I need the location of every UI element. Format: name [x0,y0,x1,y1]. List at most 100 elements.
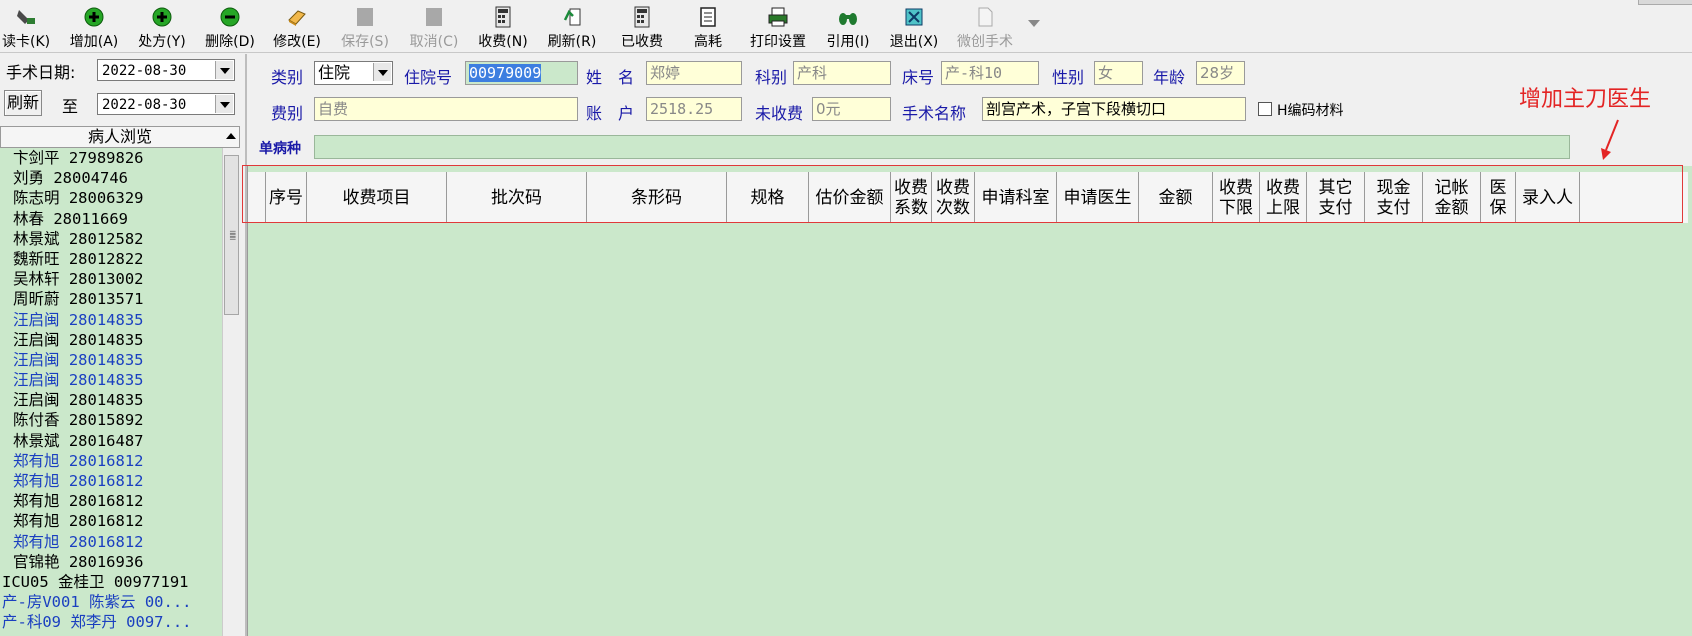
toolbar-button-9[interactable]: 刷新(R) [544,6,600,50]
annotation-arrow-icon [1601,119,1619,160]
patient-list-item[interactable]: 陈付香 28015892 [0,410,222,430]
exit-icon [905,8,923,26]
date-to-picker[interactable]: 2022-08-30 [97,93,235,115]
toolbar-button-label: 取消(C) [409,34,459,50]
patient-browse-title: 病人浏览 [87,127,152,146]
date-from-picker[interactable]: 2022-08-30 [97,59,235,81]
patient-list-item[interactable]: 林春 28011669 [0,209,222,229]
toolbar-button-10[interactable]: 已收费 [614,6,670,50]
grid-column-header[interactable]: 序号 [266,172,307,223]
toolbar-button-12[interactable]: 打印设置 [745,6,811,50]
patient-list-item[interactable]: 郑有旭 28016812 [0,532,222,552]
patient-list-item[interactable]: 汪启闽 28014835 [0,330,222,350]
bed-label: 床号 [902,68,935,87]
patient-list-item[interactable]: 林景斌 28012582 [0,229,222,249]
to-label: 至 [62,97,79,116]
cancel-icon [426,8,442,26]
scrollbar-thumb[interactable]: = = = [224,155,239,315]
age-label: 年龄 [1153,68,1186,87]
single-disease-input[interactable] [314,135,1570,159]
chevron-up-icon[interactable] [226,133,236,139]
toolbar-button-1[interactable]: 读卡(K) [2,6,50,50]
patient-list-item[interactable]: 刘勇 28004746 [0,168,222,188]
toolbar-button-11[interactable]: 高耗 [688,6,728,50]
calculator-icon [495,6,511,28]
binoculars-icon [839,13,857,25]
grid-column-header[interactable]: 其它 支付 [1307,172,1365,223]
toolbar-button-4[interactable]: 删除(D) [202,6,258,50]
patient-list-item[interactable]: 陈志明 28006329 [0,188,222,208]
type-select[interactable]: 住院 [314,61,393,85]
patient-list-item[interactable]: 汪启闽 28014835 [0,370,222,390]
single-disease-label: 单病种 [259,141,301,157]
h-code-checkbox[interactable] [1258,102,1272,116]
refresh-date-button[interactable]: 刷新 [4,90,42,116]
patient-list-item[interactable]: 吴林轩 28013002 [0,269,222,289]
patient-list-item[interactable]: 汪启闽 28014835 [0,350,222,370]
grid-column-header[interactable]: 医 保 [1481,172,1516,223]
patient-list-item[interactable]: 产-科09 郑李丹 0097... [0,612,222,632]
toolbar-button-label: 处方(Y) [138,34,186,50]
toolbar-button-8[interactable]: 收费(N) [475,6,531,50]
patient-list-item[interactable]: 汪启闽 28014835 [0,310,222,330]
document-icon [700,7,716,27]
surgery-name-label: 手术名称 [902,104,967,123]
toolbar-button-3[interactable]: 处方(Y) [135,6,189,50]
patient-list-item[interactable]: ICU05 金桂卫 00977191 [0,572,222,592]
save-icon [357,8,373,26]
patient-list-item[interactable]: 林景斌 28016487 [0,431,222,451]
inpatient-no-input[interactable]: 00979009 [465,61,578,85]
toolbar-button-2[interactable]: 增加(A) [66,6,122,50]
toolbar-button-label: 高耗 [694,34,722,50]
grid-column-header[interactable]: 申请医生 [1057,172,1139,223]
toolbar-button-label: 打印设置 [750,34,806,50]
chevron-down-icon[interactable] [373,63,391,81]
toolbar-overflow-chevron-icon[interactable] [1028,20,1040,27]
grid-column-header[interactable]: 估价金额 [809,172,891,223]
patient-list-item[interactable]: 郑有旭 28016812 [0,511,222,531]
toolbar-button-6[interactable]: 保存(S) [338,6,392,50]
grid-column-header[interactable]: 条形码 [587,172,727,223]
gender-field: 女 [1094,61,1143,85]
surgery-date-label: 手术日期: [6,63,76,82]
calculator-icon [634,6,650,28]
printer-icon [768,7,788,27]
patient-list-item[interactable]: 卞剑平 27989826 [0,148,222,168]
patient-list-item[interactable]: 周昕蔚 28013571 [0,289,222,309]
plus-circle-icon [152,7,172,27]
grid-column-header[interactable]: 录入人 [1516,172,1580,223]
patient-list-item[interactable]: 汪启闽 28014835 [0,390,222,410]
toolbar-button-13[interactable]: 引用(I) [820,6,876,50]
grid-column-header[interactable]: 收费 次数 [932,172,975,223]
patient-list-item[interactable]: 魏新旺 28012822 [0,249,222,269]
grid-column-header[interactable]: 批次码 [447,172,587,223]
grid-column-header[interactable]: 规格 [727,172,809,223]
patient-list: 卞剑平 27989826 刘勇 28004746 陈志明 28006329 林春 28… [0,148,222,636]
grid-row-indicator-header[interactable] [248,172,266,223]
grid-column-header[interactable]: 收费 系数 [891,172,932,223]
grid-column-header[interactable]: 收费 下限 [1213,172,1260,223]
toolbar-button-7[interactable]: 取消(C) [406,6,462,50]
toolbar-button-label: 增加(A) [69,34,119,50]
patient-list-item[interactable]: 官锦艳 28016936 [0,552,222,572]
chevron-down-icon[interactable] [215,95,233,113]
grid-column-header[interactable]: 现金 支付 [1365,172,1423,223]
patient-list-item[interactable]: 产-房V001 陈紫云 00... [0,592,222,612]
patient-list-item[interactable]: 郑有旭 28016812 [0,451,222,471]
grid-column-header[interactable]: 收费项目 [307,172,447,223]
patient-list-scrollbar[interactable]: = = = [222,148,241,636]
patient-browse-header: 病人浏览 [0,126,240,148]
grid-column-header[interactable]: 收费 上限 [1260,172,1307,223]
grid-column-header[interactable]: 记帐 金额 [1423,172,1481,223]
grid-column-header[interactable]: 申请科室 [975,172,1057,223]
toolbar-button-label: 收费(N) [478,34,528,50]
patient-list-item[interactable]: 郑有旭 28016812 [0,491,222,511]
toolbar-button-14[interactable]: 退出(X) [886,6,942,50]
grid-column-header[interactable]: 金额 [1139,172,1213,223]
toolbar-button-15[interactable]: 微创手术 [952,6,1018,50]
chevron-down-icon[interactable] [215,61,233,79]
date-to-value: 2022-08-30 [102,97,187,113]
patient-list-item[interactable]: 郑有旭 28016812 [0,471,222,491]
toolbar-button-5[interactable]: 修改(E) [270,6,324,50]
surgery-name-field[interactable]: 剖宫产术，子宫下段横切口 [982,97,1246,121]
